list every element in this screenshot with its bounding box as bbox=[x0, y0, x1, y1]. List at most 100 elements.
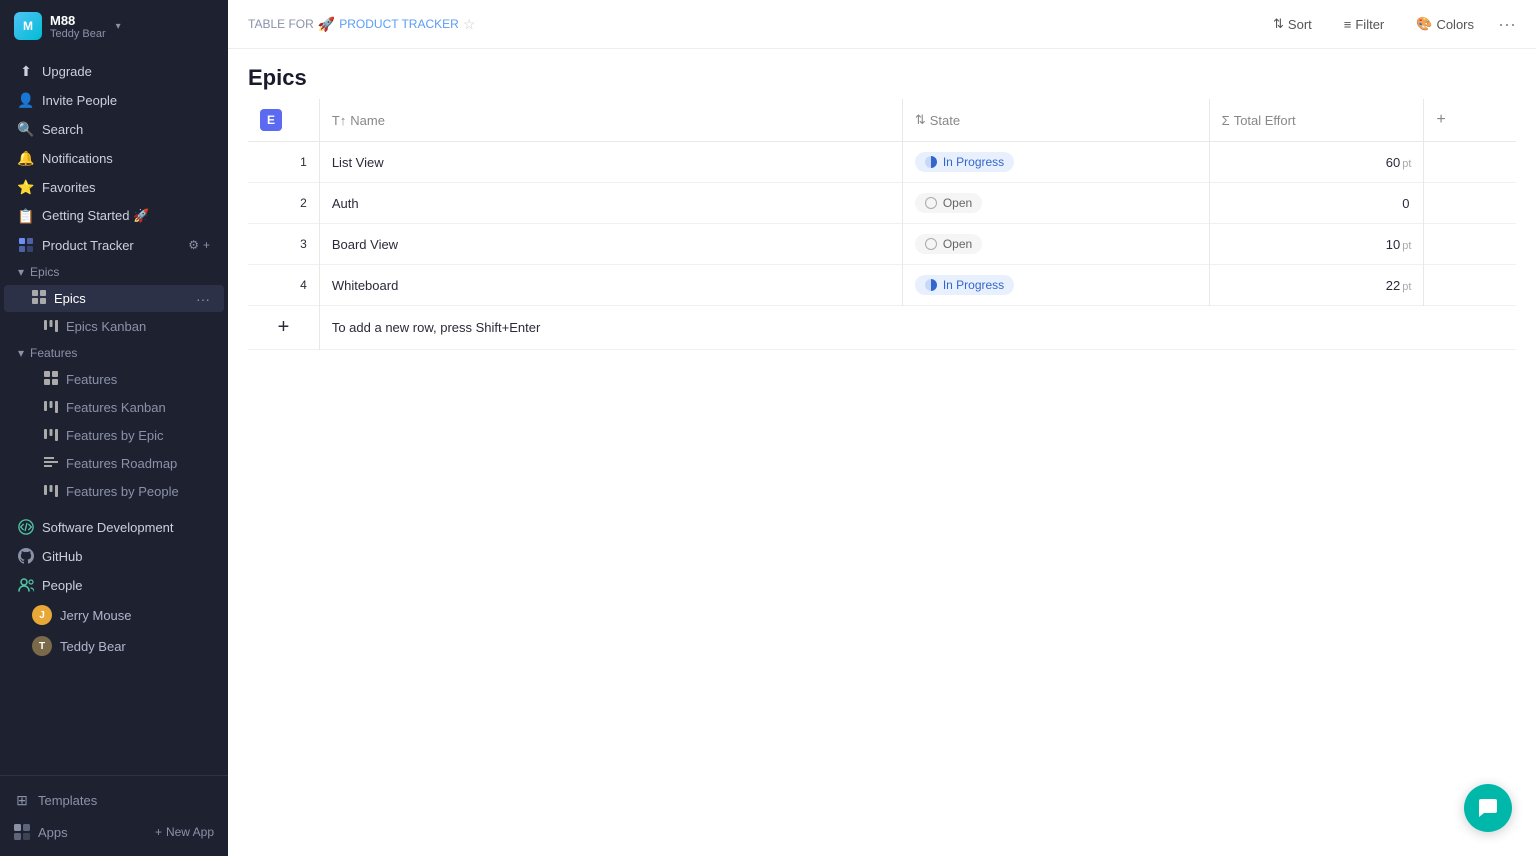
sidebar-item-features-roadmap[interactable]: Features Roadmap bbox=[4, 450, 224, 477]
state-icon-4 bbox=[925, 279, 937, 291]
product-tracker-add-icon[interactable]: + bbox=[203, 238, 210, 252]
sidebar-item-notifications[interactable]: 🔔 Notifications bbox=[4, 144, 224, 172]
filter-icon: ≡ bbox=[1344, 17, 1352, 32]
state-badge-4[interactable]: In Progress bbox=[915, 275, 1014, 295]
new-app-button[interactable]: + New App bbox=[155, 825, 214, 839]
epics-kanban-icon bbox=[44, 318, 58, 335]
epics-more-icon[interactable]: ··· bbox=[196, 291, 210, 307]
state-badge-3[interactable]: Open bbox=[915, 234, 982, 254]
software-dev-icon bbox=[18, 519, 34, 535]
sidebar: M M88 Teddy Bear ▾ ⬆ Upgrade 👤 Invite Pe… bbox=[0, 0, 228, 856]
effort-value-3: 10 bbox=[1386, 237, 1400, 252]
sort-label: Sort bbox=[1288, 17, 1312, 32]
sidebar-item-favorites[interactable]: ⭐ Favorites bbox=[4, 173, 224, 201]
features-by-epic-icon bbox=[44, 427, 58, 444]
product-tracker-settings-icon[interactable]: ⚙ bbox=[188, 238, 199, 252]
jerry-name: Jerry Mouse bbox=[60, 608, 132, 623]
features-collapse-icon: ▾ bbox=[18, 346, 24, 360]
effort-unit-1: pt bbox=[1402, 158, 1411, 170]
filter-button[interactable]: ≡ Filter bbox=[1336, 13, 1392, 36]
sidebar-item-upgrade[interactable]: ⬆ Upgrade bbox=[4, 57, 224, 85]
epics-section-label: Epics bbox=[30, 265, 59, 279]
sort-button[interactable]: ⇅ Sort bbox=[1265, 12, 1320, 36]
search-icon: 🔍 bbox=[18, 121, 34, 137]
row-state-1[interactable]: In Progress bbox=[902, 142, 1209, 183]
page-title: Epics bbox=[248, 65, 1516, 91]
state-badge-2[interactable]: Open bbox=[915, 193, 982, 213]
sidebar-item-getting-started[interactable]: 📋 Getting Started 🚀 bbox=[4, 202, 224, 230]
row-state-3[interactable]: Open bbox=[902, 224, 1209, 265]
add-row-button[interactable]: + bbox=[248, 306, 319, 350]
effort-unit-4: pt bbox=[1402, 281, 1411, 293]
sidebar-navigation: ⬆ Upgrade 👤 Invite People 🔍 Search 🔔 Not… bbox=[0, 52, 228, 775]
sidebar-item-features-by-epic[interactable]: Features by Epic bbox=[4, 422, 224, 449]
apps-label: Apps bbox=[38, 825, 68, 840]
main-header: TABLE FOR 🚀 PRODUCT TRACKER ☆ ⇅ Sort ≡ F… bbox=[228, 0, 1536, 49]
table-row: 2 Auth Open 0 bbox=[248, 183, 1516, 224]
features-kanban-icon bbox=[44, 399, 58, 416]
effort-value-4: 22 bbox=[1386, 278, 1400, 293]
state-badge-1[interactable]: In Progress bbox=[915, 152, 1014, 172]
th-effort-label: Total Effort bbox=[1234, 113, 1296, 128]
chat-bubble[interactable] bbox=[1464, 784, 1512, 832]
sidebar-item-github[interactable]: GitHub bbox=[4, 542, 224, 570]
sidebar-item-search[interactable]: 🔍 Search bbox=[4, 115, 224, 143]
workspace-logo: M bbox=[14, 12, 42, 40]
features-kanban-label: Features Kanban bbox=[66, 400, 166, 415]
getting-started-icon: 📋 bbox=[18, 208, 34, 224]
state-label-3: Open bbox=[943, 237, 972, 251]
th-state[interactable]: ⇅ State bbox=[902, 99, 1209, 142]
sidebar-item-templates[interactable]: ⊞ Templates bbox=[0, 784, 228, 816]
sidebar-item-software-dev[interactable]: Software Development bbox=[4, 513, 224, 541]
more-button[interactable]: ··· bbox=[1498, 14, 1516, 35]
sidebar-item-people[interactable]: People bbox=[4, 571, 224, 599]
sidebar-item-epics-kanban[interactable]: Epics Kanban bbox=[4, 313, 224, 340]
new-app-plus: + bbox=[155, 825, 162, 839]
features-by-people-icon bbox=[44, 483, 58, 500]
colors-button[interactable]: 🎨 Colors bbox=[1408, 12, 1482, 36]
new-app-action[interactable]: + New App bbox=[155, 825, 214, 839]
sidebar-item-product-tracker[interactable]: Product Tracker ⚙ + bbox=[4, 231, 224, 259]
jerry-avatar: J bbox=[32, 605, 52, 625]
notifications-label: Notifications bbox=[42, 151, 113, 166]
colors-label: Colors bbox=[1436, 17, 1474, 32]
workspace-header[interactable]: M M88 Teddy Bear ▾ bbox=[0, 0, 228, 52]
header-actions: ⇅ Sort ≡ Filter 🎨 Colors ··· bbox=[1265, 12, 1516, 36]
state-icon-2 bbox=[925, 197, 937, 209]
breadcrumb-prefix: TABLE FOR bbox=[248, 17, 314, 31]
sidebar-item-apps[interactable]: Apps + New App bbox=[0, 816, 228, 848]
row-extra-4 bbox=[1424, 265, 1516, 306]
row-effort-1: 60pt bbox=[1209, 142, 1424, 183]
th-row-num: E bbox=[248, 99, 319, 142]
workspace-name: M88 bbox=[50, 13, 106, 28]
github-icon bbox=[18, 548, 34, 564]
features-section-label: Features bbox=[30, 346, 77, 360]
sidebar-item-epics[interactable]: Epics ··· bbox=[4, 285, 224, 312]
th-effort[interactable]: Σ Total Effort bbox=[1209, 99, 1424, 142]
sidebar-item-features[interactable]: Features bbox=[4, 366, 224, 393]
th-add-column[interactable]: + bbox=[1424, 99, 1516, 142]
templates-label: Templates bbox=[38, 793, 97, 808]
breadcrumb-star-icon[interactable]: ☆ bbox=[463, 16, 476, 33]
breadcrumb-link[interactable]: PRODUCT TRACKER bbox=[339, 17, 459, 31]
row-state-4[interactable]: In Progress bbox=[902, 265, 1209, 306]
sidebar-item-features-kanban[interactable]: Features Kanban bbox=[4, 394, 224, 421]
row-name-2[interactable]: Auth bbox=[319, 183, 902, 224]
upgrade-label: Upgrade bbox=[42, 64, 92, 79]
new-app-label: New App bbox=[166, 825, 214, 839]
sidebar-item-teddy[interactable]: T Teddy Bear bbox=[4, 631, 224, 661]
sidebar-item-invite[interactable]: 👤 Invite People bbox=[4, 86, 224, 114]
features-roadmap-label: Features Roadmap bbox=[66, 456, 177, 471]
software-dev-label: Software Development bbox=[42, 520, 174, 535]
sidebar-item-jerry[interactable]: J Jerry Mouse bbox=[4, 600, 224, 630]
features-roadmap-icon bbox=[44, 455, 58, 472]
epics-section-header[interactable]: ▾ Epics bbox=[4, 261, 224, 283]
th-name[interactable]: T↑ Name bbox=[319, 99, 902, 142]
row-name-4[interactable]: Whiteboard bbox=[319, 265, 902, 306]
row-state-2[interactable]: Open bbox=[902, 183, 1209, 224]
sidebar-item-features-by-people[interactable]: Features by People bbox=[4, 478, 224, 505]
row-name-1[interactable]: List View bbox=[319, 142, 902, 183]
th-name-label: Name bbox=[350, 113, 385, 128]
features-section-header[interactable]: ▾ Features bbox=[4, 342, 224, 364]
row-name-3[interactable]: Board View bbox=[319, 224, 902, 265]
